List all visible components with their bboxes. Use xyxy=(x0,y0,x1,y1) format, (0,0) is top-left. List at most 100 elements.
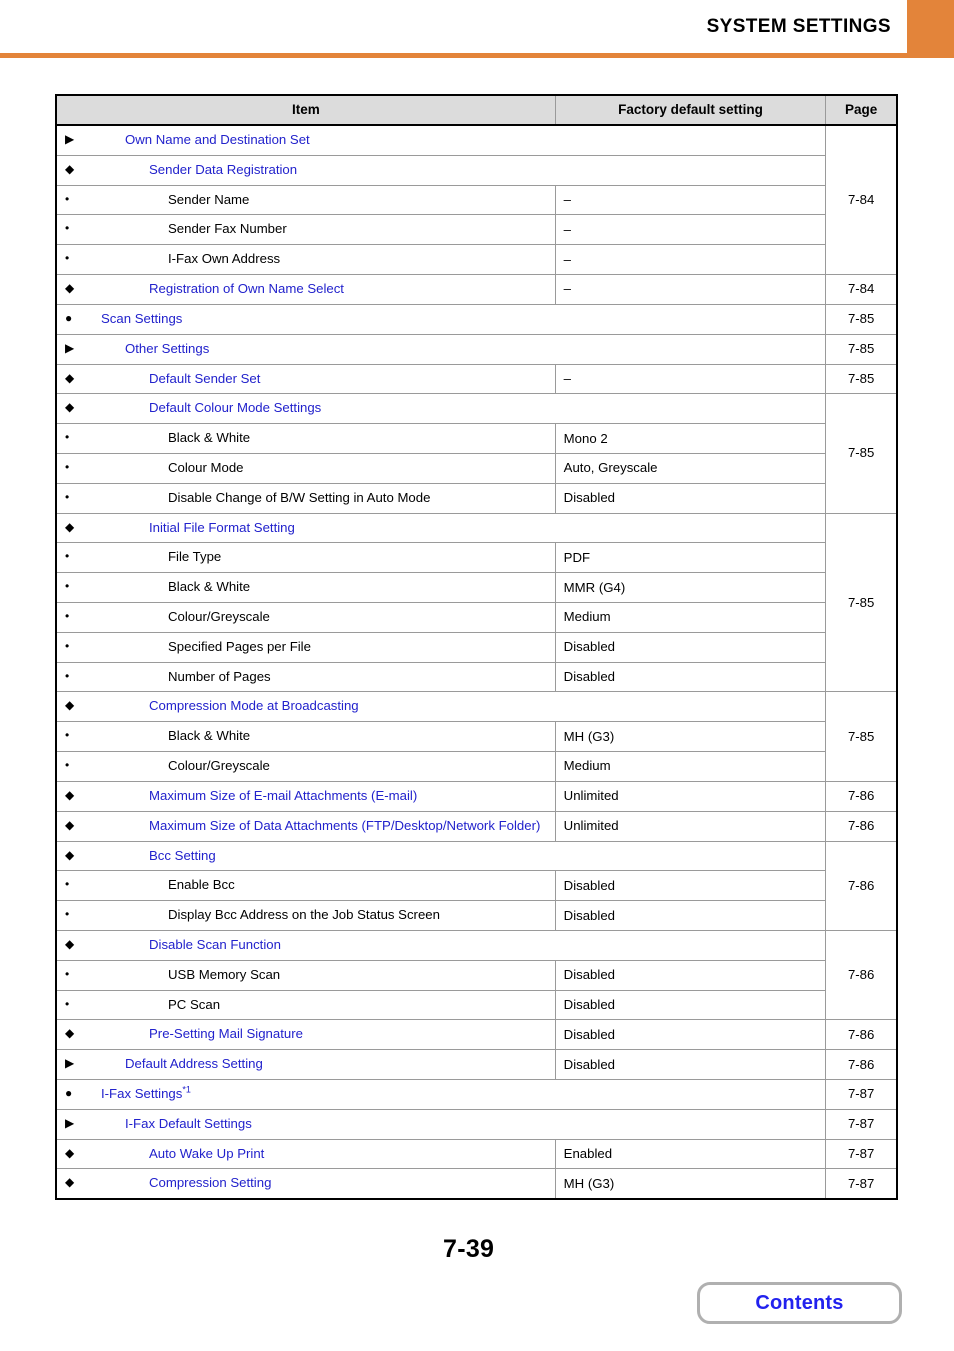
table-row: ◆ Bcc Setting 7-86 xyxy=(55,840,898,931)
table-row: • Colour Mode Auto, Greyscale xyxy=(55,452,897,484)
factory-default-cell: Disabled xyxy=(554,870,827,902)
page-reference-link[interactable]: 7-84 xyxy=(825,274,898,305)
setting-item-label[interactable]: Maximum Size of Data Attachments (FTP/De… xyxy=(149,817,547,835)
page-reference-link[interactable]: 7-87 xyxy=(825,1168,898,1200)
setting-item: ▶ I-Fax Default Settings xyxy=(65,1115,817,1133)
setting-item: • PC Scan xyxy=(65,996,547,1014)
factory-default-cell: Unlimited xyxy=(554,810,827,842)
dot-bullet-icon: • xyxy=(65,609,70,623)
setting-item-cell: ◆ Default Sender Set xyxy=(55,363,556,395)
table-row: ▶ Other Settings 7-85 xyxy=(55,333,898,365)
setting-item-label[interactable]: Default Address Setting xyxy=(125,1055,547,1073)
page-reference-link[interactable]: 7-87 xyxy=(825,1138,898,1170)
setting-item: • Enable Bcc xyxy=(65,876,547,894)
table-row: • Sender Name – xyxy=(55,184,897,216)
page-reference-link[interactable]: 7-85 xyxy=(825,303,898,335)
diamond-bullet-icon: ◆ xyxy=(65,787,75,802)
setting-item-label[interactable]: Compression Mode at Broadcasting xyxy=(149,697,817,715)
setting-item-label[interactable]: Sender Data Registration xyxy=(149,161,817,179)
table-row: ▶ I-Fax Default Settings 7-87 xyxy=(55,1108,898,1140)
diamond-bullet-icon: ◆ xyxy=(65,519,75,534)
setting-item-label[interactable]: Disable Scan Function xyxy=(149,936,817,954)
page-reference-link[interactable]: 7-85 xyxy=(825,333,898,365)
page-reference-link[interactable]: 7-86 xyxy=(825,1019,898,1051)
factory-default-cell: MMR (G4) xyxy=(554,572,827,603)
setting-item: ◆ Compression Mode at Broadcasting xyxy=(65,697,817,715)
setting-item-cell: • Display Bcc Address on the Job Status S… xyxy=(55,900,556,931)
setting-item-label[interactable]: Bcc Setting xyxy=(149,847,817,865)
setting-item-cell: • Black & White xyxy=(55,423,556,454)
setting-item-cell: ◆ Initial File Format Setting xyxy=(55,512,827,544)
setting-item: ◆ Registration of Own Name Select xyxy=(65,280,547,298)
setting-item: ▶ Default Address Setting xyxy=(65,1055,547,1073)
setting-item: ◆ Compression Setting xyxy=(65,1174,547,1192)
setting-item-cell: ◆ Default Colour Mode Settings xyxy=(55,393,827,425)
setting-item: ◆ Maximum Size of Data Attachments (FTP/D… xyxy=(65,817,547,835)
setting-item-label[interactable]: Other Settings xyxy=(125,340,817,358)
page-reference-link[interactable]: 7-86 xyxy=(825,840,898,931)
setting-item-cell: • Number of Pages xyxy=(55,661,556,693)
setting-item-label[interactable]: Default Colour Mode Settings xyxy=(149,399,817,417)
setting-item-label[interactable]: Default Sender Set xyxy=(149,370,547,388)
page-reference-link[interactable]: 7-85 xyxy=(825,393,898,514)
setting-item: ◆ Pre-Setting Mail Signature xyxy=(65,1025,547,1043)
page-reference-link[interactable]: 7-86 xyxy=(825,780,898,812)
page-reference-link[interactable]: 7-87 xyxy=(825,1079,898,1110)
setting-item: ◆ Default Colour Mode Settings xyxy=(65,399,817,417)
setting-item-cell: ◆ Maximum Size of E-mail Attachments (E-m… xyxy=(55,780,556,812)
factory-default-cell: – xyxy=(554,274,827,305)
setting-item-cell: ◆ Auto Wake Up Print xyxy=(55,1138,556,1170)
table-row: • Disable Change of B/W Setting in Auto M… xyxy=(55,482,897,514)
table-row: • PC Scan Disabled xyxy=(55,989,897,1021)
page-reference-link[interactable]: 7-85 xyxy=(825,512,898,693)
setting-item: • Black & White xyxy=(65,429,547,447)
table-row: • I-Fax Own Address – xyxy=(55,244,897,276)
setting-item: ● I-Fax Settings*1 xyxy=(65,1085,817,1103)
diamond-bullet-icon: ◆ xyxy=(65,1145,75,1160)
page-reference-link[interactable]: 7-85 xyxy=(825,691,898,782)
setting-item-label: Sender Name xyxy=(168,191,250,207)
page-reference-link[interactable]: 7-86 xyxy=(825,1049,898,1080)
diamond-bullet-icon: ◆ xyxy=(65,936,75,951)
page-reference-link[interactable]: 7-86 xyxy=(825,810,898,842)
page-reference-link[interactable]: 7-87 xyxy=(825,1108,898,1140)
page-header: SYSTEM SETTINGS xyxy=(0,0,954,58)
setting-item-label[interactable]: Registration of Own Name Select xyxy=(149,280,547,298)
dot-bullet-icon: • xyxy=(65,549,70,564)
setting-item-cell: • Sender Fax Number xyxy=(55,214,556,246)
factory-default-cell: – xyxy=(554,363,827,395)
setting-item-label[interactable]: Scan Settings xyxy=(101,310,817,328)
page-reference-link[interactable]: 7-86 xyxy=(825,929,898,1021)
table-row: ◆ Registration of Own Name Select –7-84 xyxy=(55,274,898,305)
triangle-bullet-icon: ▶ xyxy=(65,132,75,146)
page-reference-link[interactable]: 7-84 xyxy=(825,124,898,276)
dot-bullet-icon: • xyxy=(65,877,70,892)
setting-item-label[interactable]: I-Fax Default Settings xyxy=(125,1115,817,1133)
setting-item: ◆ Sender Data Registration xyxy=(65,161,817,179)
setting-item-label[interactable]: Compression Setting xyxy=(149,1174,547,1192)
dot-bullet-icon: • xyxy=(65,907,70,922)
setting-item-cell: • Disable Change of B/W Setting in Auto M… xyxy=(55,482,556,514)
table-row: • Number of Pages Disabled xyxy=(55,661,897,693)
contents-button[interactable]: Contents xyxy=(697,1282,902,1324)
setting-item-label[interactable]: Auto Wake Up Print xyxy=(149,1145,547,1163)
setting-item-cell: • Colour/Greyscale xyxy=(55,602,556,633)
setting-item-label: Number of Pages xyxy=(168,668,271,684)
table-header-row: Item Factory default setting Page xyxy=(55,94,898,126)
page-reference-link[interactable]: 7-85 xyxy=(825,363,898,395)
setting-item-cell: ▶ Other Settings xyxy=(55,333,827,365)
setting-item-label: Black & White xyxy=(168,728,251,744)
setting-item-label[interactable]: Maximum Size of E-mail Attachments (E-ma… xyxy=(149,787,547,805)
factory-default-cell: Disabled xyxy=(554,631,827,663)
table-row: • USB Memory Scan Disabled xyxy=(55,959,897,991)
setting-item-label[interactable]: Initial File Format Setting xyxy=(149,519,817,537)
setting-item-label[interactable]: Own Name and Destination Set xyxy=(125,131,817,149)
setting-item: • Colour/Greyscale xyxy=(65,608,547,626)
setting-item-label[interactable]: Pre-Setting Mail Signature xyxy=(149,1025,547,1043)
table-row: ◆ Auto Wake Up Print Enabled 7-87 xyxy=(55,1138,898,1170)
table-row: ◆ Compression Mode at Broadcasting 7-85 xyxy=(55,691,898,782)
setting-item-label[interactable]: I-Fax Settings*1 xyxy=(101,1085,817,1103)
setting-item: • Black & White xyxy=(65,727,547,745)
setting-item-label: I-Fax Own Address xyxy=(168,251,281,267)
setting-item: • Sender Fax Number xyxy=(65,220,547,238)
